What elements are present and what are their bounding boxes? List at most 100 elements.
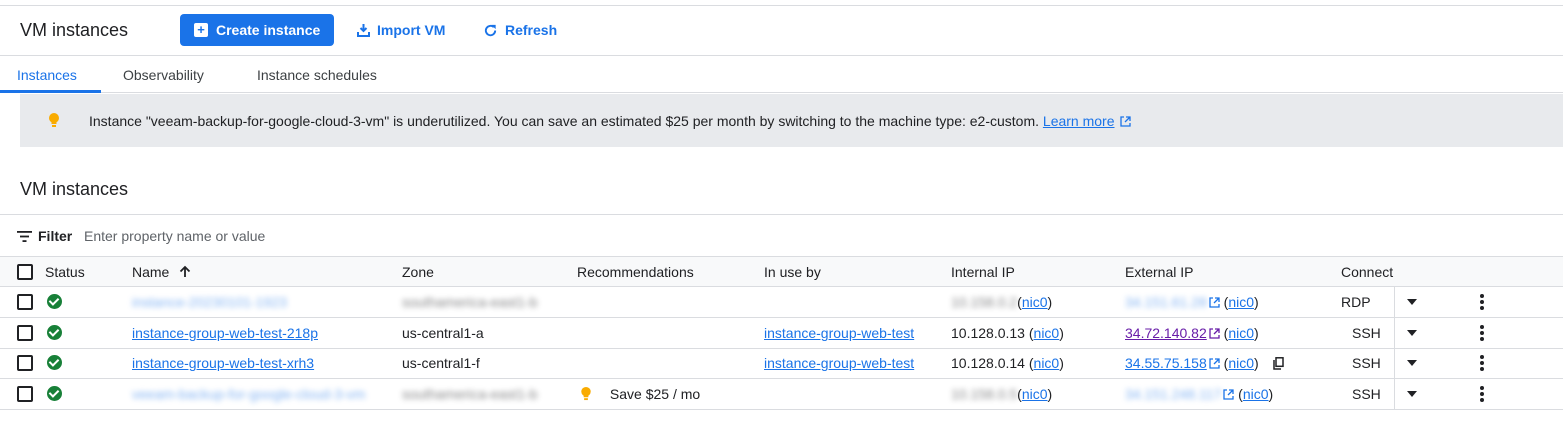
filter-bar: Filter <box>0 214 1563 257</box>
tab-instances[interactable]: Instances <box>17 57 77 93</box>
external-link-icon <box>1209 328 1220 339</box>
external-ip-link[interactable]: 34.55.75.158 <box>1125 355 1207 371</box>
import-vm-button[interactable]: Import VM <box>357 14 445 46</box>
connect-divider <box>1394 348 1395 378</box>
chevron-down-icon[interactable] <box>1407 391 1417 397</box>
zone-value: us-central1-f <box>402 355 480 371</box>
internal-nic-link[interactable]: nic0 <box>1034 325 1060 341</box>
status-running-icon <box>47 355 62 370</box>
more-actions-icon[interactable] <box>1480 325 1486 341</box>
recommendation-banner: Instance "veeam-backup-for-google-cloud-… <box>20 94 1563 147</box>
more-actions-icon[interactable] <box>1480 355 1486 371</box>
instance-name-link[interactable]: instance-20230101-1923 <box>132 294 287 310</box>
external-link-icon <box>1120 116 1132 127</box>
column-name-label: Name <box>132 264 170 280</box>
refresh-label: Refresh <box>505 22 558 38</box>
import-vm-label: Import VM <box>377 22 446 38</box>
external-nic-link[interactable]: nic0 <box>1228 355 1254 371</box>
row-checkbox[interactable] <box>17 355 33 371</box>
chevron-down-icon[interactable] <box>1407 299 1417 305</box>
table-row: instance-20230101-1923 southamerica-east… <box>0 287 1563 318</box>
table-row: instance-group-web-test-218p us-central1… <box>0 318 1563 349</box>
refresh-icon <box>484 24 497 36</box>
in-use-by-link[interactable]: instance-group-web-test <box>764 355 914 371</box>
lightbulb-icon <box>49 113 59 127</box>
sort-ascending-icon <box>180 265 191 277</box>
status-running-icon <box>47 386 62 401</box>
connect-button[interactable]: RDP <box>1341 294 1371 310</box>
in-use-by-link[interactable]: instance-group-web-test <box>764 325 914 341</box>
row-checkbox[interactable] <box>17 386 33 402</box>
external-nic-link[interactable]: nic0 <box>1228 294 1254 310</box>
filter-label: Filter <box>38 228 73 244</box>
internal-ip-value: 10.158.0.5 <box>951 386 1018 402</box>
add-icon: + <box>194 23 208 37</box>
filter-icon <box>17 231 32 242</box>
learn-more-link[interactable]: Learn more <box>1043 113 1115 129</box>
copy-icon[interactable] <box>1272 357 1284 370</box>
connect-divider <box>1394 379 1395 409</box>
import-icon <box>357 24 370 37</box>
internal-nic-link[interactable]: nic0 <box>1022 294 1048 310</box>
column-recommendations[interactable]: Recommendations <box>577 264 694 280</box>
internal-ip-value: 10.128.0.14 <box>951 355 1025 371</box>
page-header: VM instances + Create instance Import VM… <box>0 6 1563 56</box>
external-link-icon <box>1223 389 1234 400</box>
connect-divider <box>1394 318 1395 348</box>
internal-nic-link[interactable]: nic0 <box>1034 355 1060 371</box>
tab-bar: Instances Observability Instance schedul… <box>0 57 1563 93</box>
instance-name-link[interactable]: veeam-backup-for-google-cloud-3-vm <box>132 386 365 402</box>
lightbulb-icon <box>581 386 591 401</box>
external-nic-link[interactable]: nic0 <box>1243 386 1269 402</box>
row-checkbox[interactable] <box>17 325 33 341</box>
column-external-ip[interactable]: External IP <box>1125 264 1193 280</box>
internal-ip-value: 10.128.0.13 <box>951 325 1025 341</box>
column-status[interactable]: Status <box>45 264 85 280</box>
instance-name-link[interactable]: instance-group-web-test-218p <box>132 325 318 341</box>
chevron-down-icon[interactable] <box>1407 330 1417 336</box>
more-actions-icon[interactable] <box>1480 386 1486 402</box>
column-zone[interactable]: Zone <box>402 264 434 280</box>
external-ip-link[interactable]: 34.151.61.28 <box>1125 294 1207 310</box>
create-instance-label: Create instance <box>216 22 321 38</box>
filter-input[interactable] <box>84 226 584 246</box>
external-link-icon <box>1209 297 1220 308</box>
recommendation-text: Save $25 / mo <box>609 386 701 402</box>
more-actions-icon[interactable] <box>1480 294 1486 310</box>
table-row: veeam-backup-for-google-cloud-3-vm south… <box>0 379 1563 410</box>
row-checkbox[interactable] <box>17 294 33 310</box>
tab-observability[interactable]: Observability <box>123 57 204 93</box>
instance-name-link[interactable]: instance-group-web-test-xrh3 <box>132 355 314 371</box>
connect-button[interactable]: SSH <box>1352 386 1381 402</box>
column-connect[interactable]: Connect <box>1341 264 1393 280</box>
connect-button[interactable]: SSH <box>1352 355 1381 371</box>
internal-nic-link[interactable]: nic0 <box>1022 386 1048 402</box>
table-header: Status Name Zone Recommendations In use … <box>0 257 1563 287</box>
recommendation-cell[interactable]: Save $25 / mo <box>580 386 700 402</box>
select-all-checkbox[interactable] <box>17 264 33 280</box>
banner-message: Instance "veeam-backup-for-google-cloud-… <box>89 113 1132 129</box>
status-running-icon <box>47 325 62 340</box>
zone-value: us-central1-a <box>402 325 484 341</box>
external-nic-link[interactable]: nic0 <box>1228 325 1254 341</box>
zone-value: southamerica-east1-b <box>402 386 538 402</box>
external-ip-link[interactable]: 34.151.248.117 <box>1125 386 1221 402</box>
column-internal-ip[interactable]: Internal IP <box>951 264 1015 280</box>
section-title: VM instances <box>20 179 129 199</box>
active-tab-indicator <box>0 90 101 93</box>
table-row: instance-group-web-test-xrh3 us-central1… <box>0 348 1563 379</box>
create-instance-button[interactable]: + Create instance <box>180 14 334 46</box>
tab-instance-schedules[interactable]: Instance schedules <box>257 57 377 93</box>
internal-ip-value: 10.158.0.2 <box>951 294 1018 310</box>
column-name[interactable]: Name <box>132 264 191 280</box>
refresh-button[interactable]: Refresh <box>483 14 557 46</box>
column-in-use-by[interactable]: In use by <box>764 264 821 280</box>
zone-value: southamerica-east1-b <box>402 294 538 310</box>
external-ip-link[interactable]: 34.72.140.82 <box>1125 325 1207 341</box>
connect-button[interactable]: SSH <box>1352 325 1381 341</box>
external-link-icon <box>1209 358 1220 369</box>
page-title: VM instances <box>20 20 129 40</box>
banner-text: Instance "veeam-backup-for-google-cloud-… <box>89 113 1040 129</box>
chevron-down-icon[interactable] <box>1407 360 1417 366</box>
status-running-icon <box>47 294 62 309</box>
